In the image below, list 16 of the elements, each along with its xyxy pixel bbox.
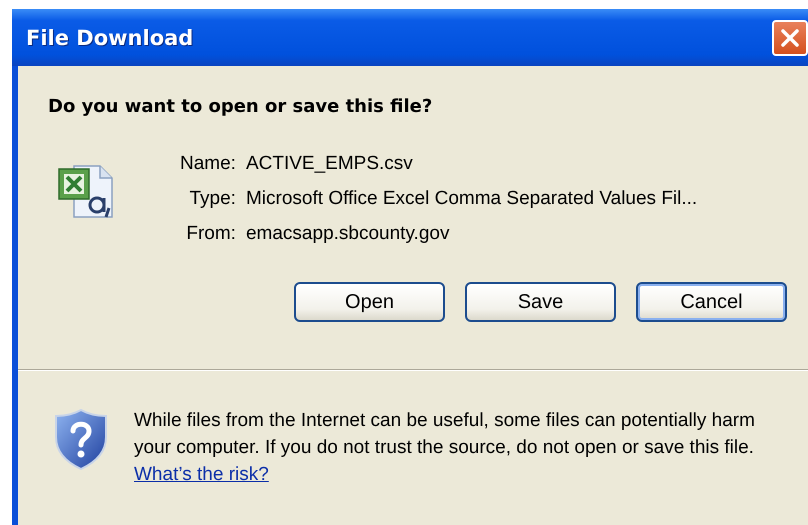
field-value: emacsapp.sbcounty.gov	[246, 223, 450, 245]
close-button[interactable]	[772, 20, 808, 56]
field-value: Microsoft Office Excel Comma Separated Values Fil...	[246, 188, 698, 210]
dialog-button[interactable]: Open	[294, 282, 445, 322]
window-title: File Download	[25, 26, 194, 50]
field-label: Type:	[188, 188, 236, 210]
risk-link[interactable]: What’s the risk?	[134, 464, 269, 485]
field-label: From:	[185, 223, 236, 245]
security-shield-icon	[52, 407, 110, 471]
close-icon	[779, 26, 801, 48]
warning-text: While files from the Internet can be useful, some files can potentially harm your computer. If you do not trust the source, do not open or save this file. What’s the risk?	[134, 409, 756, 487]
field-label: Name:	[180, 153, 236, 175]
field-value: ACTIVE_EMPS.csv	[246, 153, 414, 175]
dialog-button[interactable]: Save	[465, 282, 616, 322]
question-text: Do you want to open or save this file?	[48, 96, 434, 117]
dialog-button[interactable]: Cancel	[636, 282, 787, 322]
